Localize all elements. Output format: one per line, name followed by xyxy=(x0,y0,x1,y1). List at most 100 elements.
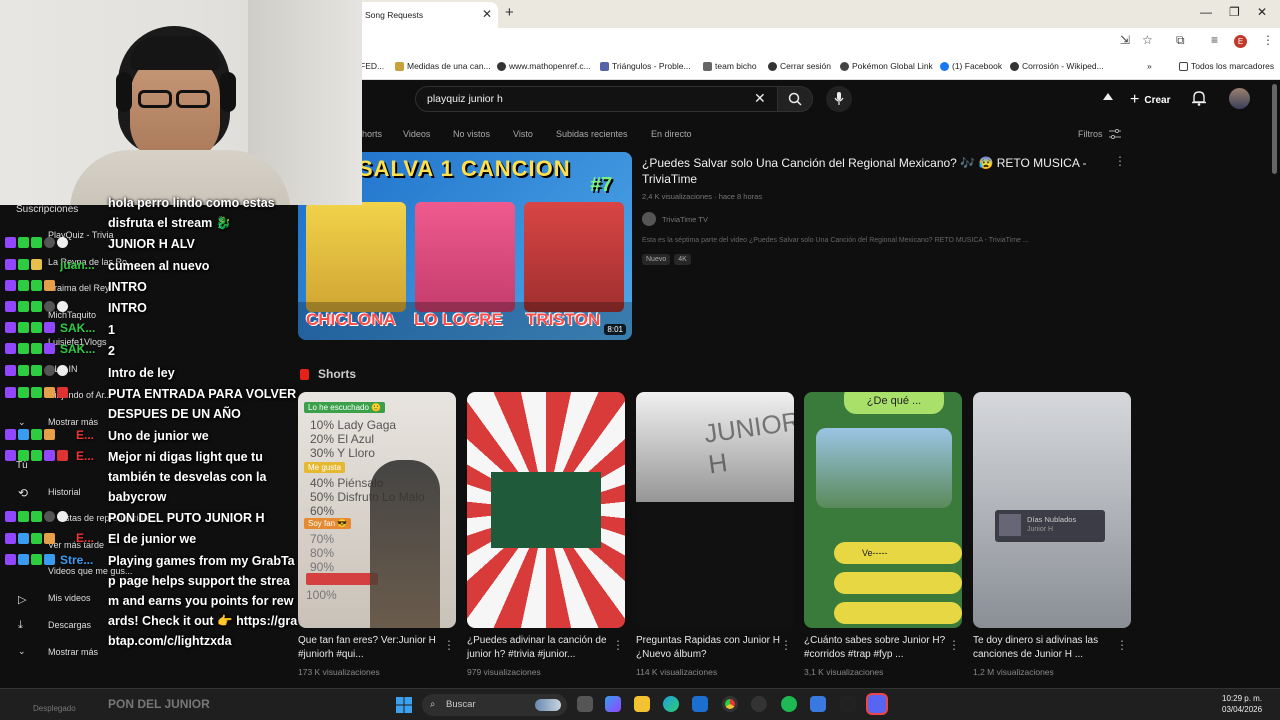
chrome-icon[interactable] xyxy=(722,696,738,712)
scrollbar-thumb[interactable] xyxy=(1272,84,1277,174)
bookmark-folder[interactable]: Todos los marcadores xyxy=(1179,61,1274,71)
create-button[interactable]: + Crear xyxy=(1130,91,1170,109)
bookmark-item[interactable]: team bicho xyxy=(703,61,757,71)
restore-icon[interactable]: ❐ xyxy=(1229,5,1240,19)
short-title[interactable]: ¿Puedes adivinar la canción de junior h?… xyxy=(467,634,615,662)
chat-message: INTRO xyxy=(108,280,147,294)
chat-badges xyxy=(5,429,55,440)
chat-badges xyxy=(5,343,55,354)
tag-badge: Nuevo xyxy=(642,254,671,265)
tab-song-requests[interactable]: Song Requests ✕ xyxy=(356,2,498,28)
chat-username: SAK... xyxy=(60,321,96,335)
obs-icon[interactable] xyxy=(751,696,767,712)
short-thumbnail[interactable]: Lo he escuchado 🙂 10% Lady Gaga 20% El A… xyxy=(298,392,456,628)
app-icon[interactable] xyxy=(810,696,826,712)
profile-avatar[interactable]: E xyxy=(1234,35,1247,48)
taskbar-search[interactable]: ⌕ Buscar xyxy=(422,694,567,716)
sidebar-history[interactable]: Historial xyxy=(48,487,81,497)
chat-badges xyxy=(5,533,55,544)
chevron-down-icon[interactable]: ⌄ xyxy=(18,417,26,428)
more-actions-icon[interactable]: ⋮ xyxy=(612,638,624,652)
bookmark-item[interactable]: Cerrar sesión xyxy=(768,61,831,71)
chat-message: cumeen al nuevo xyxy=(108,259,210,273)
short-title[interactable]: Que tan fan eres? Ver:Junior H #juniorh … xyxy=(298,634,446,662)
chip-en-directo[interactable]: En directo xyxy=(651,129,692,139)
chat-badges xyxy=(5,280,55,291)
more-actions-icon[interactable]: ⋮ xyxy=(1114,154,1126,168)
filters-button[interactable]: Filtros xyxy=(1078,129,1121,139)
chat-message: JUNIOR H ALV xyxy=(108,237,195,251)
bookmark-item[interactable]: Corrosión - Wikiped... xyxy=(1010,61,1104,71)
sidebar-downloads[interactable]: Descargas xyxy=(48,620,91,630)
windows-start-button[interactable] xyxy=(396,697,412,713)
short-thumbnail[interactable]: Días Nublados Junior H xyxy=(973,392,1131,628)
chip-videos[interactable]: Videos xyxy=(403,129,430,139)
sidebar-my-videos[interactable]: Mis videos xyxy=(48,593,91,603)
discord-icon[interactable] xyxy=(866,693,888,715)
star-icon[interactable]: ☆ xyxy=(1142,33,1153,47)
chip-visto[interactable]: Visto xyxy=(513,129,533,139)
media-icon[interactable]: ≡ xyxy=(1211,33,1218,47)
extensions-icon[interactable]: ⧉ xyxy=(1176,33,1185,48)
system-clock[interactable]: 10:29 p. m. 03/04/2026 xyxy=(1222,693,1262,715)
featured-video-title[interactable]: ¿Puedes Salvar solo Una Canción del Regi… xyxy=(642,155,1092,187)
featured-channel[interactable]: TriviaTime TV xyxy=(642,212,708,226)
app-icon[interactable] xyxy=(840,696,856,712)
more-actions-icon[interactable]: ⋮ xyxy=(780,638,792,652)
short-views: 173 K visualizaciones xyxy=(298,667,380,677)
spotify-icon[interactable] xyxy=(781,696,797,712)
chat-message: 2 xyxy=(108,344,115,358)
short-title[interactable]: Te doy dinero si adivinas las canciones … xyxy=(973,634,1121,662)
widgets-icon[interactable] xyxy=(605,696,621,712)
clear-search-icon[interactable]: ✕ xyxy=(754,90,766,107)
featured-video-description: Esta es la séptima parte del video ¿Pued… xyxy=(642,237,1029,244)
sidebar-subscriptions[interactable]: Suscripciones xyxy=(16,204,78,215)
window-close-icon[interactable]: ✕ xyxy=(1257,5,1267,19)
notifications-button[interactable] xyxy=(1192,90,1206,111)
chat-username: Stre... xyxy=(60,553,94,567)
filter-icon xyxy=(1108,129,1121,139)
chip-subidas-recientes[interactable]: Subidas recientes xyxy=(556,129,628,139)
file-explorer-icon[interactable] xyxy=(634,696,650,712)
search-input[interactable]: playquiz junior h xyxy=(415,86,778,112)
more-actions-icon[interactable]: ⋮ xyxy=(1116,638,1128,652)
cast-button[interactable] xyxy=(1101,90,1115,109)
bookmark-item[interactable]: www.mathopenref.c... xyxy=(497,61,591,71)
short-thumbnail[interactable] xyxy=(467,392,625,628)
more-actions-icon[interactable]: ⋮ xyxy=(443,638,455,652)
sidebar-show-more[interactable]: Mostrar más xyxy=(48,417,98,427)
thumbnail-badge: #7 xyxy=(590,174,613,196)
close-icon[interactable]: ✕ xyxy=(482,7,492,21)
short-views: 1,2 M visualizaciones xyxy=(973,667,1054,677)
search-button[interactable] xyxy=(777,86,813,112)
chat-username: E... xyxy=(76,428,95,442)
cast-icon xyxy=(1103,93,1113,100)
short-title[interactable]: ¿Cuánto sabes sobre Junior H? #corridos … xyxy=(804,634,952,662)
sidebar-show-more-2[interactable]: Mostrar más xyxy=(48,647,98,657)
minimize-icon[interactable]: — xyxy=(1200,5,1212,19)
more-actions-icon[interactable]: ⋮ xyxy=(948,638,960,652)
bookmarks-overflow-icon[interactable]: » xyxy=(1147,61,1152,71)
new-tab-button[interactable]: + xyxy=(505,4,514,21)
bookmark-item[interactable]: FED... xyxy=(360,61,384,71)
store-icon[interactable] xyxy=(692,696,708,712)
bookmark-item[interactable]: (1) Facebook xyxy=(940,61,1002,71)
task-view-icon[interactable] xyxy=(577,696,593,712)
voice-search-button[interactable] xyxy=(826,86,852,112)
windows-icon xyxy=(396,697,412,713)
chip-no-vistos[interactable]: No vistos xyxy=(453,129,490,139)
short-title[interactable]: Preguntas Rapidas con Junior H ¿Nuevo ál… xyxy=(636,634,784,662)
bookmark-item[interactable]: Medidas de una can... xyxy=(395,61,491,71)
account-avatar[interactable] xyxy=(1229,88,1250,109)
sidebar-you[interactable]: Tú xyxy=(16,460,28,471)
short-thumbnail[interactable]: JUNIOR H xyxy=(636,392,794,628)
chevron-down-icon[interactable]: ⌄ xyxy=(18,646,26,657)
edge-icon[interactable] xyxy=(663,696,679,712)
menu-icon[interactable]: ⋮ xyxy=(1262,33,1274,47)
sidebar-channel[interactable]: Braima del Rey xyxy=(48,283,110,293)
install-app-icon[interactable]: ⇲ xyxy=(1120,33,1130,47)
short-thumbnail[interactable]: ¿De qué ... Ve----- xyxy=(804,392,962,628)
bookmark-item[interactable]: Pokémon Global Link xyxy=(840,61,933,71)
bookmark-item[interactable]: Triángulos - Proble... xyxy=(600,61,691,71)
glasses xyxy=(138,90,172,108)
